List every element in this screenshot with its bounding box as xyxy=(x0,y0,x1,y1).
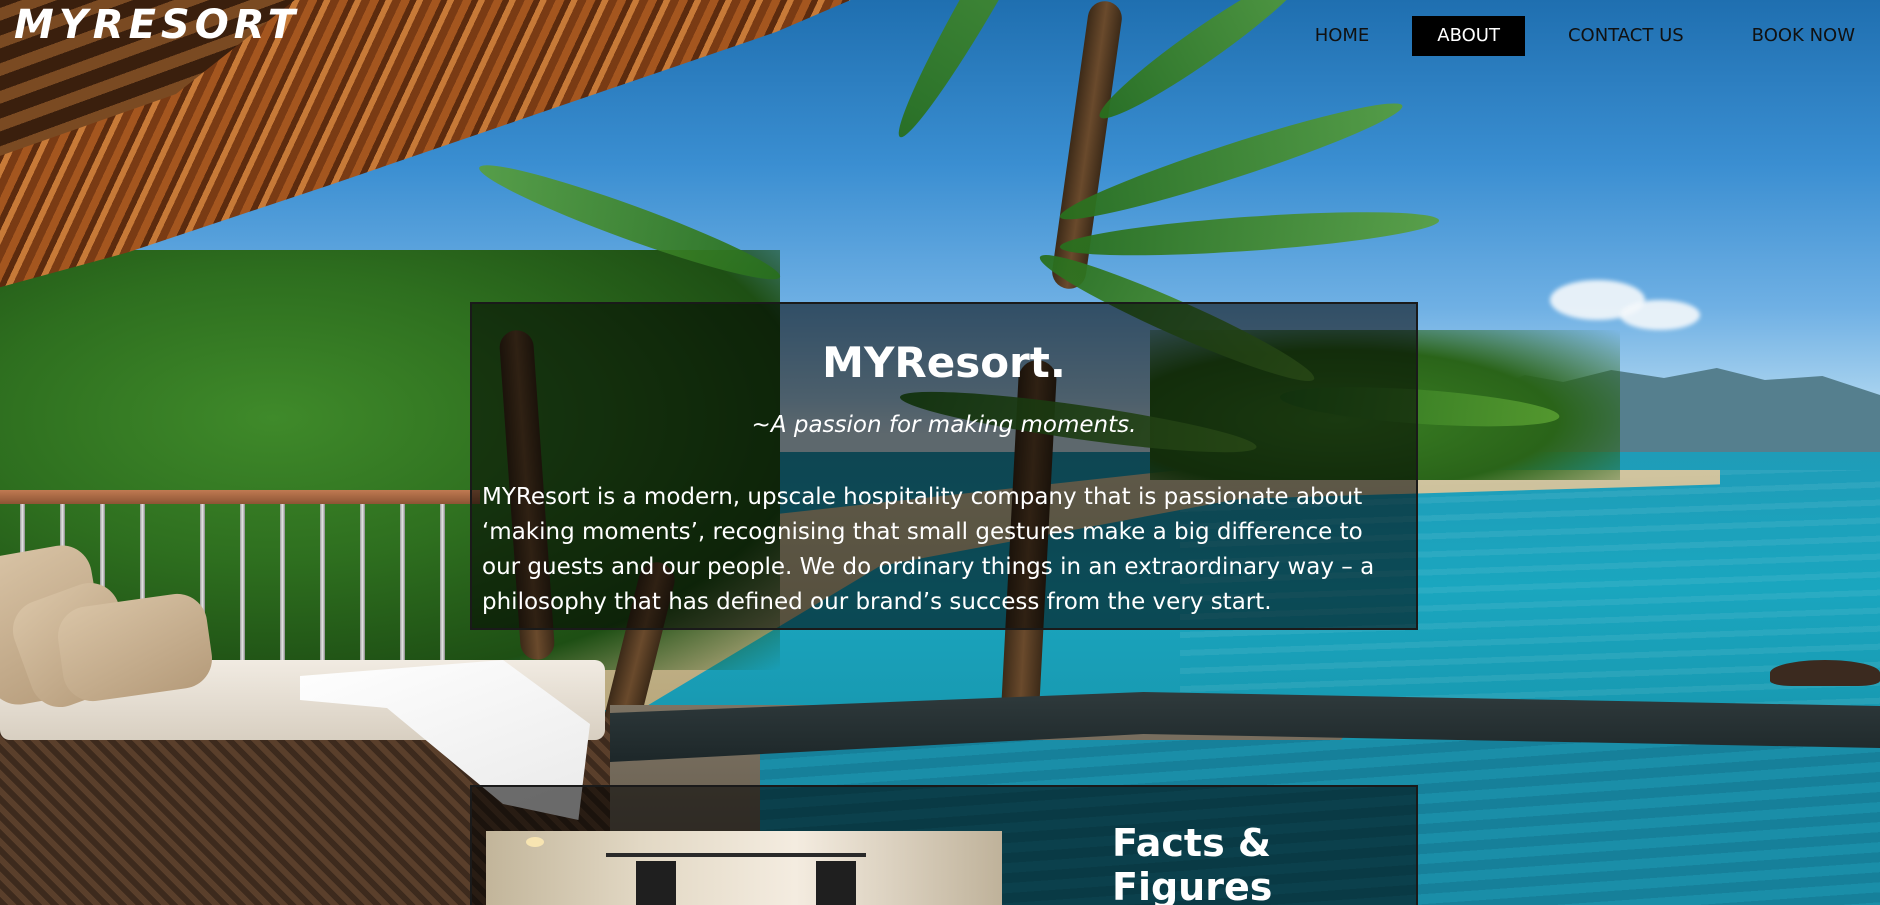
nav-book-now[interactable]: BOOK NOW xyxy=(1727,16,1880,56)
about-description: MYResort is a modern, upscale hospitalit… xyxy=(482,484,1375,615)
curtain xyxy=(816,861,856,905)
railing-post xyxy=(280,504,285,674)
site-logo[interactable]: MYRESORT xyxy=(14,2,300,48)
curtain xyxy=(636,861,676,905)
railing-post xyxy=(440,504,445,674)
balcony-railing xyxy=(0,490,480,504)
about-tagline: ~A passion for making moments. xyxy=(751,412,1137,438)
nav-contact-us[interactable]: CONTACT US xyxy=(1543,16,1709,56)
facts-title: Facts & Figures xyxy=(1112,821,1273,905)
main-nav: HOME ABOUT CONTACT US BOOK NOW xyxy=(1272,16,1880,56)
about-title: MYResort. xyxy=(822,338,1066,387)
railing-post xyxy=(240,504,245,674)
curtain-rod xyxy=(606,853,866,857)
cloud xyxy=(1620,300,1700,330)
facts-panel: Facts & Figures xyxy=(470,785,1418,905)
nav-home[interactable]: HOME xyxy=(1290,16,1395,56)
nav-about[interactable]: ABOUT xyxy=(1412,16,1525,56)
sea-rock xyxy=(1770,660,1880,686)
railing-post xyxy=(320,504,325,674)
facts-room-image xyxy=(486,831,1002,905)
railing-post xyxy=(400,504,405,674)
railing-post xyxy=(360,504,365,674)
ceiling-lamp xyxy=(526,837,544,847)
about-panel: MYResort. ~A passion for making moments.… xyxy=(470,302,1418,630)
